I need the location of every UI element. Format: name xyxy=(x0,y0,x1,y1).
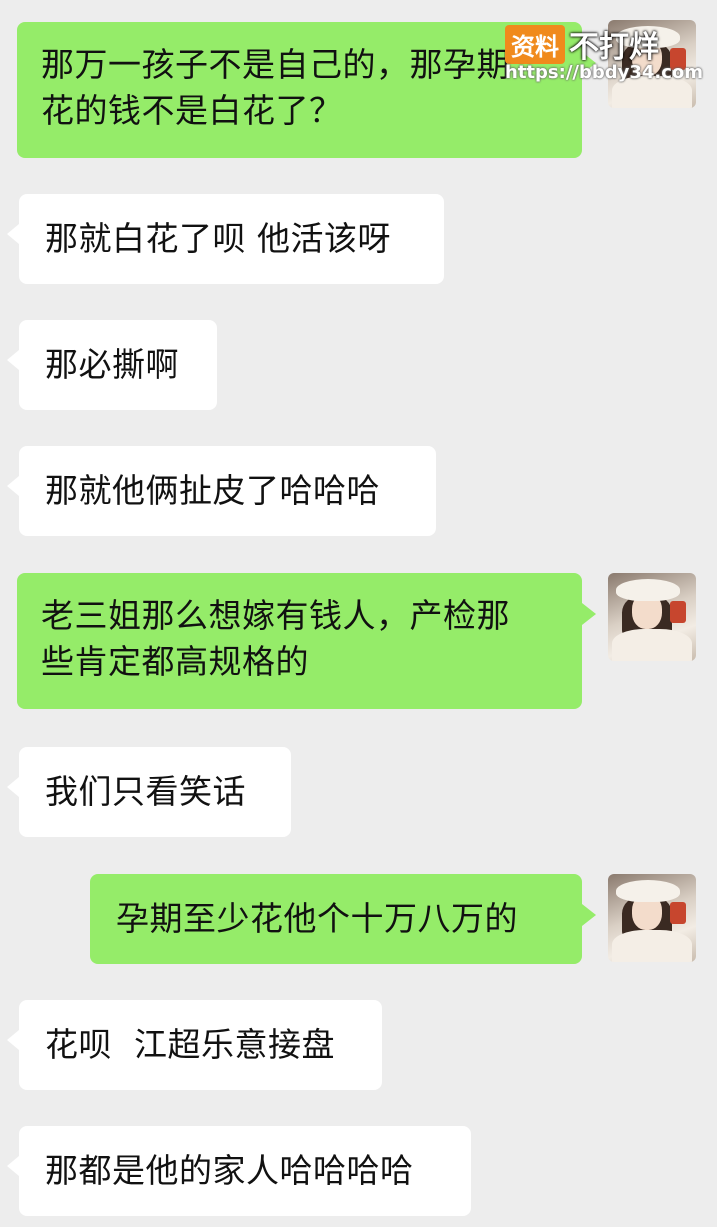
watermark-badge: 资料 xyxy=(505,24,565,64)
watermark: 资料 不打烊 xyxy=(505,24,659,65)
message-bubble-outgoing[interactable]: 老三姐那么想嫁有钱人，产检那 些肯定都高规格的 xyxy=(17,573,596,709)
avatar-cup xyxy=(670,902,686,924)
user-avatar[interactable] xyxy=(608,874,696,962)
avatar-cup xyxy=(670,601,686,623)
message-bubble-outgoing[interactable]: 孕期至少花他个十万八万的 xyxy=(90,874,596,964)
message-bubble-incoming[interactable]: 那就他俩扯皮了哈哈哈 xyxy=(7,446,436,536)
message-bubble-outgoing[interactable]: 那万一孩子不是自己的，那孕期 花的钱不是白花了？ xyxy=(17,22,596,158)
avatar-sweater xyxy=(612,930,692,962)
avatar-sweater xyxy=(612,629,692,661)
message-bubble-incoming[interactable]: 那就白花了呗 他活该呀 xyxy=(7,194,444,284)
avatar-hat xyxy=(616,579,680,601)
watermark-text: 不打烊 xyxy=(569,30,659,65)
message-bubble-incoming[interactable]: 那都是他的家人哈哈哈哈 xyxy=(7,1126,471,1216)
user-avatar[interactable] xyxy=(608,573,696,661)
message-bubble-incoming[interactable]: 花呗 江超乐意接盘 xyxy=(7,1000,382,1090)
avatar-hat xyxy=(616,880,680,902)
message-bubble-incoming[interactable]: 那必撕啊 xyxy=(7,320,217,410)
watermark-url: https://bbdy34.com xyxy=(505,62,704,83)
message-bubble-incoming[interactable]: 我们只看笑话 xyxy=(7,747,291,837)
